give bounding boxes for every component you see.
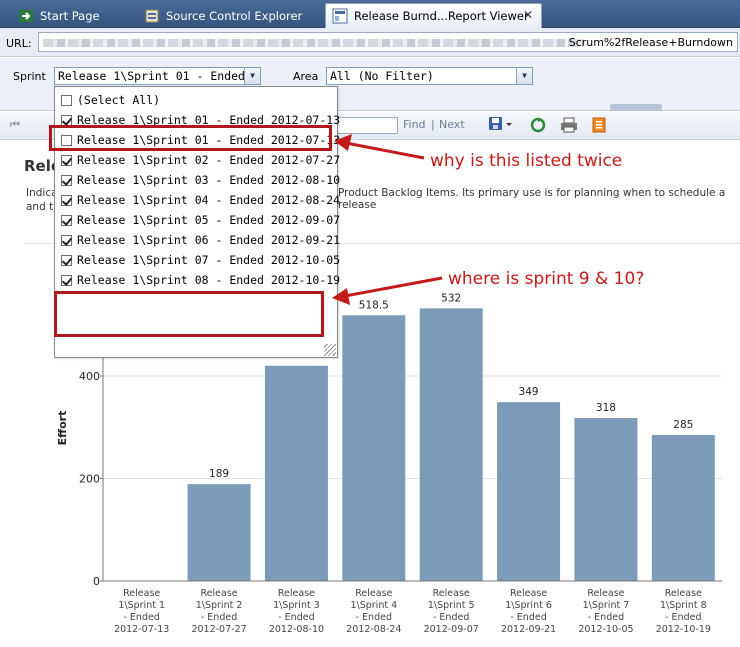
x-tick-label: 2012-09-07 (424, 624, 479, 635)
x-tick-label: 1\Sprint 5 (428, 600, 475, 611)
x-tick-label: Release (201, 588, 238, 599)
x-tick-label: 1\Sprint 4 (350, 600, 397, 611)
sprint-option[interactable]: (Select All) (61, 92, 160, 108)
x-tick-label: - Ended (123, 612, 159, 623)
chart-bar (574, 418, 638, 581)
bar-value-label: 285 (673, 419, 693, 431)
chart-bar (419, 308, 483, 581)
chart-bar (264, 365, 328, 581)
chart-bar (187, 484, 251, 581)
bar-value-label: 189 (209, 468, 229, 480)
x-tick-label: - Ended (201, 612, 237, 623)
sprint-option-label: Release 1\Sprint 08 - Ended 2012-10-19 (77, 273, 341, 287)
sprint-option-checkbox[interactable] (61, 194, 72, 206)
sprint-option[interactable]: Release 1\Sprint 03 - Ended 2012-08-10 (61, 172, 340, 188)
x-tick-label: 1\Sprint 1 (118, 600, 165, 611)
bar-value-label: 518.5 (359, 299, 389, 311)
bar-value-label: 349 (519, 386, 539, 398)
x-tick-label: 1\Sprint 8 (660, 600, 707, 611)
y-tick-label: 400 (79, 370, 100, 383)
bar-value-label: 532 (441, 292, 461, 304)
annotation-missing-text: where is sprint 9 & 10? (448, 269, 645, 289)
x-tick-label: - Ended (588, 612, 624, 623)
resize-grip-icon[interactable] (324, 344, 336, 356)
annotation-duplicate-box (49, 125, 332, 151)
x-tick-label: Release (665, 588, 702, 599)
sprint-option-checkbox[interactable] (61, 214, 72, 226)
sprint-option[interactable]: Release 1\Sprint 04 - Ended 2012-08-24 (61, 192, 340, 208)
sprint-option-label: Release 1\Sprint 02 - Ended 2012-07-27 (77, 153, 341, 167)
x-tick-label: Release (355, 588, 392, 599)
x-tick-label: Release (510, 588, 547, 599)
x-tick-label: 2012-08-10 (269, 624, 324, 635)
sprint-option-label: Release 1\Sprint 03 - Ended 2012-08-10 (77, 173, 341, 187)
x-tick-label: 1\Sprint 7 (583, 600, 630, 611)
sprint-option[interactable]: Release 1\Sprint 06 - Ended 2012-09-21 (61, 232, 340, 248)
sprint-option-checkbox[interactable] (61, 254, 72, 266)
sprint-option-checkbox[interactable] (61, 234, 72, 246)
x-tick-label: - Ended (510, 612, 546, 623)
y-tick-label: 0 (93, 575, 100, 588)
x-tick-label: Release (278, 588, 315, 599)
y-axis-label: Effort (56, 411, 69, 446)
sprint-option-label: (Select All) (77, 93, 161, 107)
x-tick-label: 2012-09-21 (501, 624, 556, 635)
x-tick-label: 1\Sprint 6 (505, 600, 552, 611)
x-tick-label: Release (587, 588, 624, 599)
x-tick-label: 2012-07-27 (191, 624, 246, 635)
sprint-option-checkbox[interactable] (61, 154, 72, 166)
x-tick-label: 2012-10-19 (656, 624, 711, 635)
x-tick-label: Release (123, 588, 160, 599)
sprint-option-label: Release 1\Sprint 04 - Ended 2012-08-24 (77, 193, 341, 207)
sprint-option-label: Release 1\Sprint 05 - Ended 2012-09-07 (77, 213, 341, 227)
annotation-duplicate-text: why is this listed twice (430, 151, 623, 171)
x-tick-label: 1\Sprint 2 (196, 600, 243, 611)
x-tick-label: 2012-07-13 (114, 624, 169, 635)
x-tick-label: 2012-08-24 (346, 624, 401, 635)
sprint-option-checkbox[interactable] (61, 94, 72, 106)
x-tick-label: - Ended (356, 612, 392, 623)
x-tick-label: - Ended (433, 612, 469, 623)
x-tick-label: 2012-10-05 (578, 624, 633, 635)
x-tick-label: - Ended (665, 612, 701, 623)
chart-bar (342, 315, 406, 581)
chart-bar (497, 402, 561, 581)
sprint-option-checkbox[interactable] (61, 174, 72, 186)
sprint-option-checkbox[interactable] (61, 114, 72, 126)
x-tick-label: - Ended (278, 612, 314, 623)
sprint-option[interactable]: Release 1\Sprint 08 - Ended 2012-10-19 (61, 272, 340, 288)
sprint-option-label: Release 1\Sprint 07 - Ended 2012-10-05 (77, 253, 341, 267)
sprint-option[interactable]: Release 1\Sprint 02 - Ended 2012-07-27 (61, 152, 340, 168)
sprint-option[interactable]: Release 1\Sprint 05 - Ended 2012-09-07 (61, 212, 340, 228)
chart-bar (651, 434, 715, 581)
sprint-option[interactable]: Release 1\Sprint 07 - Ended 2012-10-05 (61, 252, 340, 268)
sprint-option-label: Release 1\Sprint 06 - Ended 2012-09-21 (77, 233, 341, 247)
bar-value-label: 318 (596, 402, 616, 414)
annotation-missing-box (54, 291, 324, 337)
sprint-option-checkbox[interactable] (61, 274, 72, 286)
x-tick-label: 1\Sprint 3 (273, 600, 320, 611)
y-tick-label: 200 (79, 473, 100, 486)
x-tick-label: Release (433, 588, 470, 599)
